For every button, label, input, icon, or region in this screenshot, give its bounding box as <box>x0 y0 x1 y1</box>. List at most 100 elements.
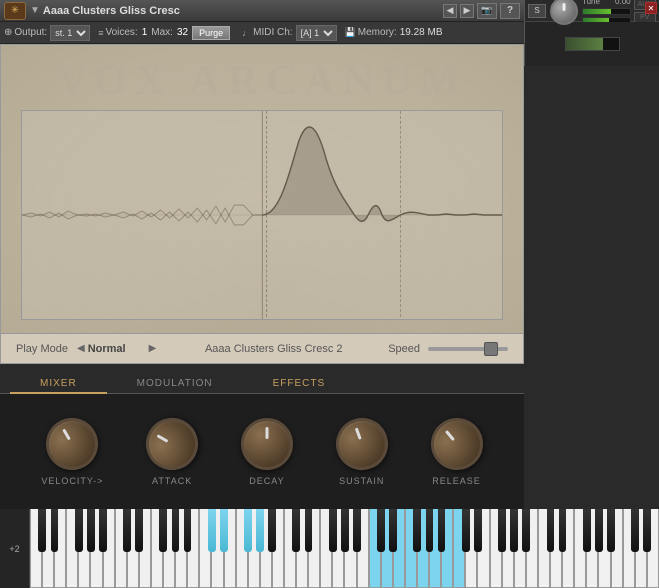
memory-icon: 💾 <box>345 27 356 38</box>
velocity-label: VELOCITY-> <box>41 476 103 486</box>
decay-group: DECAY <box>241 418 293 486</box>
output-label: Output: <box>14 27 47 38</box>
tab-mixer[interactable]: MIXER <box>10 374 107 393</box>
black-key[interactable] <box>87 509 95 552</box>
header-controls: ◀ ▶ 📷 ? <box>443 3 520 19</box>
close-button[interactable]: ✕ <box>645 2 657 14</box>
black-key[interactable] <box>341 509 349 552</box>
black-key[interactable] <box>510 509 518 552</box>
max-label: Max: <box>151 27 173 38</box>
black-key[interactable] <box>75 509 83 552</box>
speed-slider[interactable] <box>428 347 508 351</box>
header-bar: ✳ ▼ Aaaa Clusters Gliss Cresc ◀ ▶ 📷 ? <box>0 0 524 22</box>
playmode-prev-button[interactable]: ◀ <box>77 343 85 354</box>
black-key[interactable] <box>474 509 482 552</box>
black-key[interactable] <box>377 509 385 552</box>
tune-label-row: Tune 0.00 <box>582 0 631 6</box>
black-key[interactable] <box>607 509 615 552</box>
right-panel-top: S Tune 0.00 AUX PV ✕ <box>525 0 659 22</box>
info-button[interactable]: ? <box>500 3 520 19</box>
s-button[interactable]: S <box>528 4 546 18</box>
purge-button[interactable]: Purge <box>192 26 230 40</box>
black-key[interactable] <box>256 509 264 552</box>
camera-button[interactable]: 📷 <box>477 3 497 19</box>
black-key[interactable] <box>135 509 143 552</box>
tab-effects[interactable]: EFFECTS <box>243 374 356 393</box>
black-key[interactable] <box>522 509 530 552</box>
black-key[interactable] <box>462 509 470 552</box>
playmode-next-button[interactable]: ▶ <box>149 343 157 354</box>
speed-label: Speed <box>388 343 420 355</box>
output-select[interactable]: st. 1 <box>50 25 90 41</box>
playmode-value: Normal <box>88 343 126 355</box>
black-key[interactable] <box>123 509 131 552</box>
octave-label: +2 <box>9 544 19 554</box>
prev-button[interactable]: ◀ <box>443 4 457 18</box>
tab-mixer-label: MIXER <box>40 378 77 389</box>
sustain-group: SUSTAIN <box>336 418 388 486</box>
midi-label: MIDI Ch: <box>253 27 292 38</box>
max-value: 32 <box>177 27 188 38</box>
midi-select[interactable]: [A] 1 <box>296 25 337 41</box>
release-knob[interactable] <box>420 407 493 480</box>
black-key[interactable] <box>184 509 192 552</box>
logo-symbol: ✳ <box>11 5 19 16</box>
waveform-display[interactable] <box>21 110 503 320</box>
black-key[interactable] <box>220 509 228 552</box>
black-key[interactable] <box>631 509 639 552</box>
keyboard-label: +2 <box>0 509 30 588</box>
center-line <box>262 111 263 319</box>
black-key[interactable] <box>99 509 107 552</box>
black-key[interactable] <box>244 509 252 552</box>
memory-value: 19.28 MB <box>400 27 443 38</box>
tab-modulation[interactable]: MODULATION <box>107 374 243 393</box>
black-key[interactable] <box>547 509 555 552</box>
midi-icon: ♩ <box>242 28 251 38</box>
level-bar-1-fill <box>583 9 611 14</box>
black-key[interactable] <box>38 509 46 552</box>
black-key[interactable] <box>389 509 397 552</box>
voices-icon: ≡ <box>98 28 103 38</box>
black-key[interactable] <box>498 509 506 552</box>
black-key[interactable] <box>51 509 59 552</box>
black-key[interactable] <box>329 509 337 552</box>
black-key[interactable] <box>595 509 603 552</box>
dropdown-arrow-icon[interactable]: ▼ <box>30 5 40 16</box>
black-key[interactable] <box>353 509 361 552</box>
right-panel: S Tune 0.00 AUX PV ✕ <box>524 0 659 66</box>
attack-label: ATTACK <box>152 476 192 486</box>
keyboard-container <box>30 509 659 588</box>
black-key[interactable] <box>208 509 216 552</box>
velocity-knob[interactable] <box>37 408 108 479</box>
sustain-knob[interactable] <box>328 410 395 477</box>
black-key[interactable] <box>559 509 567 552</box>
tab-modulation-label: MODULATION <box>137 378 213 389</box>
sustain-label: SUSTAIN <box>339 476 384 486</box>
tune-knob[interactable] <box>550 0 578 25</box>
next-button[interactable]: ▶ <box>460 4 474 18</box>
right-panel-bottom <box>525 22 659 66</box>
black-key[interactable] <box>159 509 167 552</box>
tab-effects-label: EFFECTS <box>273 378 326 389</box>
tune-value: 0.00 <box>615 0 631 6</box>
speed-thumb[interactable] <box>484 342 498 356</box>
release-label: RELEASE <box>432 476 481 486</box>
keyboard-area: +2 <box>0 509 659 588</box>
black-key[interactable] <box>305 509 313 552</box>
black-key[interactable] <box>172 509 180 552</box>
black-key[interactable] <box>268 509 276 552</box>
black-key[interactable] <box>438 509 446 552</box>
mini-bar-fill <box>566 38 603 50</box>
playmode-label: Play Mode <box>16 343 68 355</box>
black-key[interactable] <box>583 509 591 552</box>
playmode-bar: Play Mode ◀ Normal ▶ Aaaa Clusters Gliss… <box>1 333 523 363</box>
black-key[interactable] <box>292 509 300 552</box>
tabs-bar: MIXER MODULATION EFFECTS <box>0 364 524 394</box>
decay-knob[interactable] <box>241 418 293 470</box>
black-key[interactable] <box>413 509 421 552</box>
black-key[interactable] <box>426 509 434 552</box>
attack-knob[interactable] <box>137 408 208 479</box>
level-bar-1 <box>582 8 631 15</box>
black-key[interactable] <box>643 509 651 552</box>
memory-label: Memory: <box>358 27 397 38</box>
